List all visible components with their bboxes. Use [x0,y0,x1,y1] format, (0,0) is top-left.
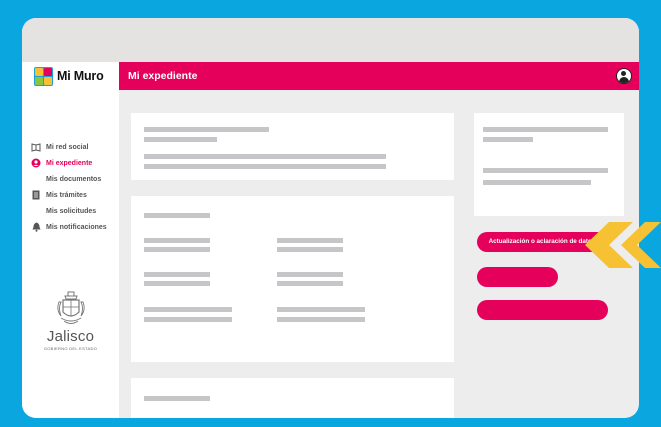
placeholder-line [277,307,365,312]
sidebar-item-tramites[interactable]: Mis trámites [31,187,107,203]
app-logo[interactable]: Mi Muro [22,62,119,90]
action-button-2[interactable] [477,267,558,287]
placeholder-line [144,272,210,277]
placeholder-line [483,168,608,173]
action-button-3[interactable] [477,300,608,320]
placeholder-line [144,238,210,243]
sidebar-item-label: Mi red social [46,143,89,151]
sidebar-item-label: Mis solicitudes [46,207,97,215]
sidebar-nav: Mi red social Mi expediente Mis document… [31,139,107,235]
placeholder-line [144,137,217,142]
personal-data-card [131,196,454,362]
placeholder-line [277,247,343,252]
browser-top-bar [22,18,639,62]
placeholder-line [483,180,591,185]
jalisco-wordmark: Jalisco [46,328,95,345]
placeholder-line [277,281,343,286]
placeholder-line [277,272,343,277]
bell-icon [31,222,41,232]
placeholder-line [144,281,210,286]
sidebar-item-solicitudes[interactable]: Mis solicitudes [31,203,107,219]
placeholder-line [144,154,386,159]
placeholder-line [144,317,232,322]
header-bar: Mi expediente [119,62,639,90]
page-title: Mi expediente [128,70,198,82]
placeholder-line [144,127,269,132]
sidebar: Mi Muro Mi red social Mi expediente Mis … [22,62,119,418]
user-avatar-icon[interactable] [616,68,632,84]
book-icon [31,142,41,152]
placeholder-line [277,238,343,243]
sidebar-item-documentos[interactable]: Mis documentos [31,171,107,187]
jalisco-subtitle: GOBIERNO DEL ESTADO [43,346,98,351]
sidebar-item-label: Mis notificaciones [46,223,107,231]
profile-summary-card [131,113,454,180]
user-circle-icon [31,158,41,168]
placeholder-line [483,127,608,132]
mi-muro-logo-icon [34,66,53,86]
placeholder-line [277,317,365,322]
document-icon [31,190,41,200]
jalisco-crest-icon [56,291,85,324]
placeholder-line [144,396,210,401]
placeholder-line [144,247,210,252]
sidebar-item-label: Mi expediente [46,159,93,167]
side-info-card [474,113,624,216]
sidebar-item-label: Mis trámites [46,191,87,199]
additional-data-card [131,378,454,418]
app-name: Mi Muro [57,69,104,83]
jalisco-logo: Jalisco GOBIERNO DEL ESTADO [22,290,119,351]
sidebar-item-label: Mis documentos [46,175,102,183]
sidebar-item-notificaciones[interactable]: Mis notificaciones [31,219,107,235]
placeholder-line [144,213,210,218]
placeholder-line [144,164,386,169]
sidebar-item-expediente[interactable]: Mi expediente [31,155,107,171]
app-window: Mi Muro Mi red social Mi expediente Mis … [22,18,639,418]
sidebar-item-red-social[interactable]: Mi red social [31,139,107,155]
pointer-arrow-icon [585,222,661,268]
placeholder-line [483,137,533,142]
placeholder-line [144,307,232,312]
